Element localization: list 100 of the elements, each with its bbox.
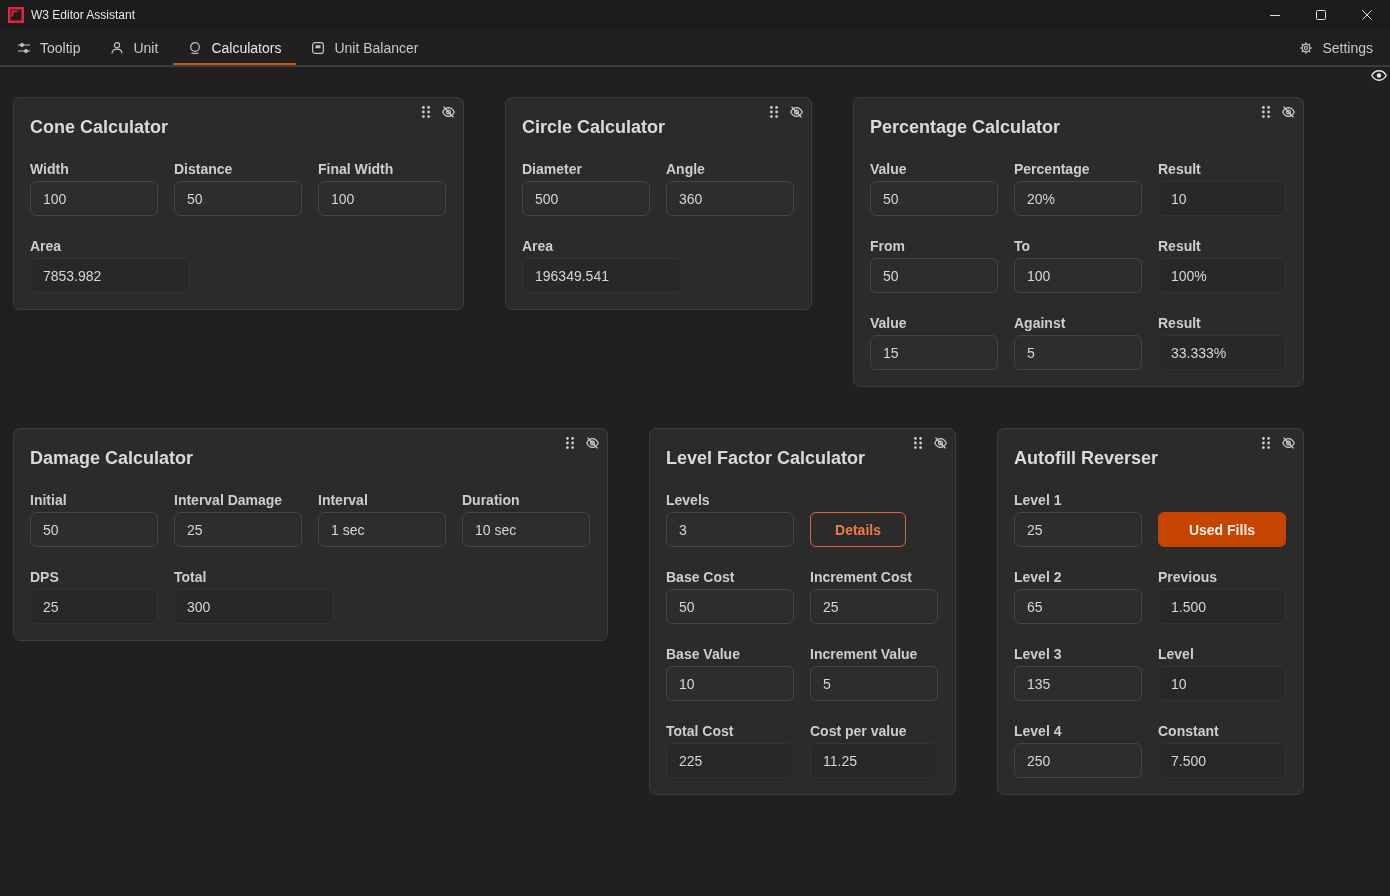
tab[interactable]: Unit Balancer <box>296 30 434 65</box>
input-field[interactable]: 50 <box>870 258 998 293</box>
input-field[interactable]: 10 sec <box>462 512 590 547</box>
field-label: Angle <box>666 160 706 178</box>
result-field[interactable]: 300 <box>174 589 334 624</box>
card-title: Damage Calculator <box>30 447 195 470</box>
card-title: Level Factor Calculator <box>666 447 867 470</box>
field-label: Level <box>1158 645 1195 663</box>
dome-icon <box>189 41 202 54</box>
field-label: Levels <box>666 491 711 509</box>
tab[interactable]: Tooltip <box>2 30 96 65</box>
secondary-button[interactable]: Details <box>810 512 906 547</box>
input-field[interactable]: 500 <box>522 181 650 216</box>
field-label: DPS <box>30 568 60 586</box>
settings-button[interactable]: Settings <box>1284 30 1390 65</box>
eye-slash-icon[interactable] <box>790 106 803 118</box>
result-field[interactable]: 196349.541 <box>522 258 682 293</box>
primary-button[interactable]: Used Fills <box>1158 512 1286 547</box>
field-label: Result <box>1158 160 1202 178</box>
field-label: Level 3 <box>1014 645 1063 663</box>
field-label: Increment Value <box>810 645 919 663</box>
input-field[interactable]: 50 <box>174 181 302 216</box>
panel-icon <box>312 41 325 54</box>
input-field[interactable]: 360 <box>666 181 794 216</box>
input-field[interactable]: 50 <box>870 181 998 216</box>
result-field[interactable]: 100% <box>1158 258 1286 293</box>
result-field[interactable]: 1.500 <box>1158 589 1286 624</box>
field-label: Initial <box>30 491 68 509</box>
result-field[interactable]: 10 <box>1158 181 1286 216</box>
maximize-icon <box>1316 10 1326 20</box>
sliders-icon <box>18 41 30 54</box>
eye-slash-icon[interactable] <box>934 437 947 449</box>
field-label: Area <box>522 237 555 255</box>
input-field[interactable]: 10 <box>666 666 794 701</box>
field-label: Previous <box>1158 568 1219 586</box>
input-field[interactable]: 3 <box>666 512 794 547</box>
input-field[interactable]: 65 <box>1014 589 1142 624</box>
field-label: Total <box>174 568 208 586</box>
input-field[interactable]: 50 <box>30 512 158 547</box>
input-field[interactable]: 5 <box>1014 335 1142 370</box>
input-field[interactable]: 100 <box>318 181 446 216</box>
result-field[interactable]: 7.500 <box>1158 743 1286 778</box>
field-label: Increment Cost <box>810 568 913 586</box>
drag-handle-icon[interactable] <box>770 106 778 118</box>
input-field[interactable]: 100 <box>1014 258 1142 293</box>
eye-slash-icon[interactable] <box>1282 437 1295 449</box>
field-label: Level 2 <box>1014 568 1063 586</box>
field-label: From <box>870 237 906 255</box>
field-label: Interval Damage <box>174 491 284 509</box>
minimize-icon <box>1270 14 1280 16</box>
card-title: Cone Calculator <box>30 116 170 139</box>
result-field[interactable]: 10 <box>1158 666 1286 701</box>
input-field[interactable]: 25 <box>174 512 302 547</box>
drag-handle-icon[interactable] <box>422 106 430 118</box>
result-field[interactable]: 225 <box>666 743 794 778</box>
field-label: Level 4 <box>1014 722 1063 740</box>
input-field[interactable]: 250 <box>1014 743 1142 778</box>
tab[interactable]: Unit <box>95 30 174 65</box>
result-field[interactable]: 11.25 <box>810 743 938 778</box>
result-field[interactable]: 7853.982 <box>30 258 190 293</box>
drag-handle-icon[interactable] <box>566 437 574 449</box>
eye-slash-icon[interactable] <box>586 437 599 449</box>
field-label: Interval <box>318 491 369 509</box>
field-label: Value <box>870 160 908 178</box>
window-title: W3 Editor Assistant <box>31 8 137 22</box>
field-label: Level 1 <box>1014 491 1063 509</box>
input-field[interactable]: 25 <box>1014 512 1142 547</box>
field-label: Result <box>1158 314 1202 332</box>
field-label: Percentage <box>1014 160 1091 178</box>
square-logo-icon <box>8 7 24 23</box>
input-field[interactable]: 100 <box>30 181 158 216</box>
person-icon <box>111 41 124 54</box>
input-field[interactable]: 50 <box>666 589 794 624</box>
field-label: Area <box>30 237 63 255</box>
field-label: Constant <box>1158 722 1220 740</box>
field-label: Final Width <box>318 160 395 178</box>
input-field[interactable]: 135 <box>1014 666 1142 701</box>
settings-icon <box>1300 41 1313 54</box>
drag-handle-icon[interactable] <box>1262 106 1270 118</box>
card-title: Autofill Reverser <box>1014 447 1160 470</box>
input-field[interactable]: 5 <box>810 666 938 701</box>
card-title: Circle Calculator <box>522 116 667 139</box>
eye-icon[interactable] <box>1371 70 1387 81</box>
drag-handle-icon[interactable] <box>914 437 922 449</box>
input-field[interactable]: 15 <box>870 335 998 370</box>
drag-handle-icon[interactable] <box>1262 437 1270 449</box>
result-field[interactable]: 33.333% <box>1158 335 1286 370</box>
result-field[interactable]: 25 <box>30 589 158 624</box>
field-label: Cost per value <box>810 722 908 740</box>
eye-slash-icon[interactable] <box>442 106 455 118</box>
field-label: Duration <box>462 491 521 509</box>
tab[interactable]: Calculators <box>173 30 297 65</box>
input-field[interactable]: 25 <box>810 589 938 624</box>
input-field[interactable]: 20% <box>1014 181 1142 216</box>
field-label: To <box>1014 237 1032 255</box>
field-label: Base Cost <box>666 568 736 586</box>
input-field[interactable]: 1 sec <box>318 512 446 547</box>
field-label: Width <box>30 160 70 178</box>
eye-slash-icon[interactable] <box>1282 106 1295 118</box>
field-label: Base Value <box>666 645 741 663</box>
